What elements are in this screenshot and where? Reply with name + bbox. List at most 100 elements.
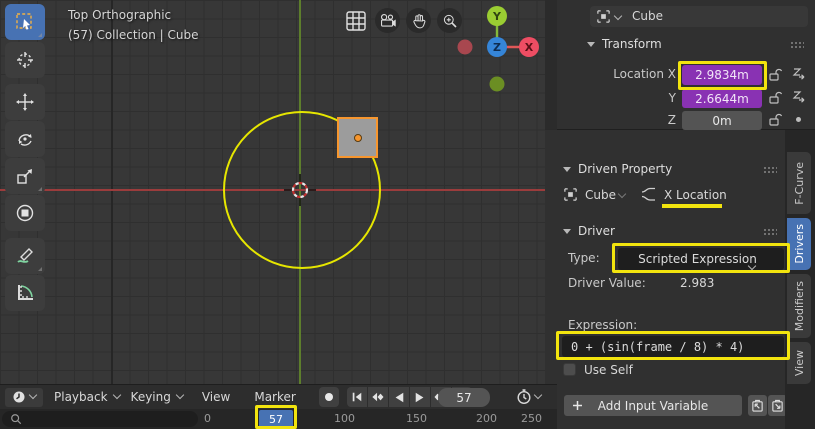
- editor-type-button[interactable]: [5, 388, 43, 407]
- measure-tool-button[interactable]: [5, 275, 45, 311]
- use-preview-range-button[interactable]: [516, 388, 541, 405]
- breadcrumb-object-name: Cube: [632, 9, 663, 23]
- gizmo-y-label: Y: [492, 10, 502, 23]
- play-reverse-icon: [393, 391, 405, 404]
- navigation-gizmo[interactable]: Y Z X: [450, 2, 545, 97]
- driver-decorator-x-icon[interactable]: [791, 66, 806, 81]
- collapse-triangle-icon: [563, 229, 571, 234]
- transform-panel-title: Transform: [602, 37, 662, 51]
- tab-drivers[interactable]: Drivers: [787, 218, 811, 270]
- camera-view-button[interactable]: [375, 8, 400, 33]
- move-tool-button[interactable]: [5, 84, 45, 120]
- location-x-label: Location X: [557, 67, 676, 81]
- pan-view-button[interactable]: [406, 8, 431, 33]
- rotate-tool-button[interactable]: [5, 121, 45, 157]
- timeline-clock-icon: [12, 390, 26, 404]
- tool-options-indicator: [38, 33, 42, 37]
- play-reverse-button[interactable]: [389, 387, 409, 407]
- driver-value-label: Driver Value:: [568, 276, 646, 290]
- 3d-viewport[interactable]: Top Orthographic (57) Collection | Cube: [0, 0, 545, 384]
- transform-tool-button[interactable]: [5, 195, 45, 231]
- camera-icon: [379, 12, 396, 29]
- location-y-field[interactable]: 2.6644m: [682, 89, 762, 108]
- transform-panel-header[interactable]: Transform: [587, 37, 662, 51]
- driver-decorator-y-icon[interactable]: [791, 89, 806, 104]
- cursor-tool-button[interactable]: [5, 42, 45, 78]
- timeline-header: Playback Keying View Marker: [0, 384, 557, 409]
- view-label: Top Orthographic: [68, 8, 171, 22]
- tool-options-indicator: [38, 267, 42, 271]
- menu-playback[interactable]: Playback: [45, 390, 117, 404]
- drivers-editor-sidebar: Driven Property Cube X Location Driver T…: [545, 130, 815, 429]
- play-icon: [414, 391, 426, 404]
- current-frame-field[interactable]: 57: [438, 388, 490, 407]
- driven-object-name[interactable]: Cube: [585, 188, 616, 202]
- driver-value: 2.983: [680, 276, 714, 290]
- collapse-triangle-icon: [563, 167, 571, 172]
- panel-grip-icon[interactable]: [763, 228, 777, 235]
- gizmo-neg-x-ball[interactable]: [458, 40, 473, 55]
- add-input-variable-label: Add Input Variable: [598, 399, 709, 413]
- scale-tool-button[interactable]: [5, 158, 45, 194]
- driven-property-name[interactable]: X Location: [664, 188, 727, 202]
- location-y-label: Y: [557, 91, 676, 105]
- lock-x-icon[interactable]: [768, 67, 782, 82]
- tab-modifiers[interactable]: Modifiers: [787, 274, 811, 338]
- copy-driver-button[interactable]: [748, 395, 767, 416]
- tab-view[interactable]: View: [787, 342, 811, 384]
- location-z-field[interactable]: 0m: [682, 111, 762, 130]
- driver-panel-header[interactable]: Driver: [563, 224, 615, 238]
- menu-marker[interactable]: Marker: [245, 390, 304, 404]
- lock-y-icon[interactable]: [768, 90, 782, 105]
- grid-overlay-button[interactable]: [344, 9, 368, 33]
- collapse-triangle-icon: [587, 42, 595, 47]
- panel-grip-icon[interactable]: [763, 166, 777, 173]
- annotate-tool-button[interactable]: [5, 238, 45, 274]
- location-z-label: Z: [557, 113, 676, 127]
- scale-icon: [15, 166, 35, 186]
- annotate-pen-icon: [14, 245, 36, 267]
- gizmo-neg-y-ball[interactable]: [490, 77, 505, 92]
- copy-clipboard-icon: [751, 399, 764, 413]
- expression-input[interactable]: 0 + (sin(frame / 8) * 4): [562, 336, 784, 357]
- search-input[interactable]: [2, 411, 198, 427]
- tab-fcurve[interactable]: F-Curve: [787, 152, 811, 214]
- paste-clipboard-icon: [771, 399, 784, 413]
- current-frame-indicator[interactable]: 57: [259, 410, 293, 428]
- ruler-tick-100: 100: [334, 412, 355, 425]
- use-self-checkbox[interactable]: [563, 363, 576, 376]
- location-x-field[interactable]: 2.9834m: [682, 65, 762, 85]
- driver-type-dropdown[interactable]: Scripted Expression: [618, 248, 784, 270]
- hand-icon: [411, 13, 427, 29]
- prev-keyframe-button[interactable]: [368, 387, 388, 407]
- chevron-down-icon: [176, 392, 183, 399]
- jump-to-start-button[interactable]: [347, 387, 367, 407]
- use-self-label: Use Self: [584, 363, 633, 377]
- rotate-icon: [15, 129, 35, 149]
- object-data-icon: [563, 187, 578, 202]
- add-input-variable-button[interactable]: Add Input Variable: [564, 395, 742, 416]
- gizmo-x-label: X: [525, 41, 534, 54]
- auto-key-button[interactable]: [319, 387, 339, 407]
- properties-breadcrumb[interactable]: Cube: [590, 6, 808, 27]
- select-box-icon: [15, 12, 35, 32]
- decorator-dot-z-icon[interactable]: [796, 117, 801, 122]
- object-data-icon: [596, 9, 611, 24]
- ruler-tick-250: 250: [521, 412, 542, 425]
- type-label: Type:: [568, 251, 600, 265]
- context-label: (57) Collection | Cube: [68, 28, 198, 42]
- lock-z-icon[interactable]: [768, 112, 782, 127]
- chevron-down-icon: [534, 392, 541, 399]
- select-tool-button[interactable]: [5, 4, 45, 40]
- panel-grip-icon[interactable]: [790, 41, 804, 48]
- transform-icon: [15, 203, 35, 223]
- driven-property-header[interactable]: Driven Property: [563, 162, 672, 176]
- record-dot-icon: [324, 392, 334, 402]
- expression-label: Expression:: [568, 318, 637, 332]
- ruler-tick-200: 200: [476, 412, 497, 425]
- menu-keying[interactable]: Keying: [122, 390, 180, 404]
- menu-view[interactable]: View: [193, 390, 239, 404]
- cube-origin-dot: [354, 134, 362, 142]
- timeline-ruler[interactable]: 0 100 150 200 250 57: [0, 409, 557, 429]
- play-button[interactable]: [410, 387, 430, 407]
